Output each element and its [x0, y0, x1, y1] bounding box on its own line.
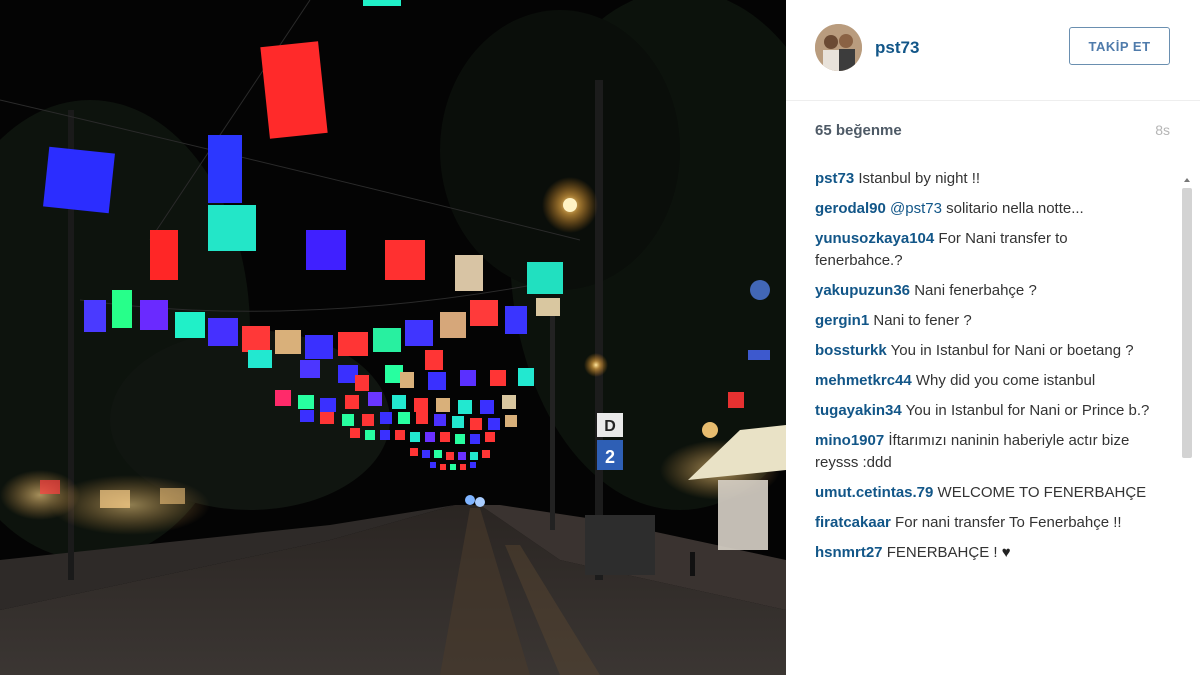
comment-text: Istanbul by night !!	[854, 170, 981, 187]
comment: yakupuzun36 Nani fenerbahçe ?	[815, 280, 1150, 302]
header-divider	[786, 100, 1200, 101]
road-sign-bottom: 2	[605, 447, 615, 467]
comment-username[interactable]: yakupuzun36	[815, 282, 910, 299]
comment-username[interactable]: gergin1	[815, 312, 869, 329]
comment-text: You in Istanbul for Nani or boetang ?	[886, 342, 1134, 359]
comment-username[interactable]: bossturkk	[815, 342, 887, 359]
comment-text: solitario nella notte...	[941, 200, 1084, 217]
comment-username[interactable]: firatcakaar	[815, 514, 891, 531]
comment-text: You in Istanbul for Nani or Prince b.?	[901, 402, 1150, 419]
road-sign-top: D	[604, 418, 616, 435]
comment-text: Nani fenerbahçe ?	[910, 282, 1037, 299]
scroll-up-arrow-icon[interactable]	[1184, 178, 1190, 182]
post-header: pst73 TAKİP ET	[786, 0, 1200, 100]
comment-text: For nani transfer To Fenerbahçe !!	[890, 514, 1122, 531]
comments-list: pst73 Istanbul by night !! gerodal90 @ps…	[815, 168, 1150, 572]
comment-username[interactable]: umut.cetintas.79	[815, 484, 933, 501]
comment-text: Why did you come istanbul	[911, 372, 1096, 389]
comment-text: WELCOME TO FENERBAHÇE	[933, 484, 1147, 501]
comment: mino1907 İftarımızı naninin haberiyle ac…	[815, 430, 1150, 474]
comments-scrollbar[interactable]	[1181, 178, 1193, 658]
comment: yunusozkaya104 For Nani transfer to fene…	[815, 228, 1150, 272]
heart-icon: ♥	[1001, 544, 1011, 561]
comment-username[interactable]: pst73	[815, 170, 854, 187]
comment: gergin1 Nani to fener ?	[815, 310, 1150, 332]
comment: umut.cetintas.79 WELCOME TO FENERBAHÇE	[815, 482, 1150, 504]
post-photo[interactable]: D 2	[0, 0, 786, 675]
comment-mention[interactable]: @pst73	[886, 200, 942, 217]
comment-username[interactable]: tugayakin34	[815, 402, 902, 419]
comment: tugayakin34 You in Istanbul for Nani or …	[815, 400, 1150, 422]
comment-username[interactable]: hsnmrt27	[815, 544, 883, 561]
comment: firatcakaar For nani transfer To Fenerba…	[815, 512, 1150, 534]
comment-username[interactable]: mino1907	[815, 432, 884, 449]
avatar[interactable]	[815, 24, 862, 71]
post-time[interactable]: 8s	[1155, 122, 1170, 138]
follow-button[interactable]: TAKİP ET	[1069, 27, 1170, 65]
avatar-image	[815, 24, 862, 71]
night-street-image: D 2	[0, 0, 786, 675]
comment: bossturkk You in Istanbul for Nani or bo…	[815, 340, 1150, 362]
likes-count[interactable]: 65 beğenme	[815, 122, 902, 139]
comment-username[interactable]: gerodal90	[815, 200, 886, 217]
comment: mehmetkrc44 Why did you come istanbul	[815, 370, 1150, 392]
post-username[interactable]: pst73	[875, 38, 919, 58]
comment-text: Nani to fener ?	[869, 312, 972, 329]
comment: hsnmrt27 FENERBAHÇE ! ♥	[815, 542, 1150, 564]
scroll-thumb[interactable]	[1182, 188, 1192, 458]
post-side-panel: pst73 TAKİP ET 65 beğenme 8s pst73 Istan…	[786, 0, 1200, 675]
comment-username[interactable]: yunusozkaya104	[815, 230, 934, 247]
comment-text: FENERBAHÇE !	[882, 544, 1002, 561]
comment: gerodal90 @pst73 solitario nella notte..…	[815, 198, 1150, 220]
comment-username[interactable]: mehmetkrc44	[815, 372, 912, 389]
comment: pst73 Istanbul by night !!	[815, 168, 1150, 190]
